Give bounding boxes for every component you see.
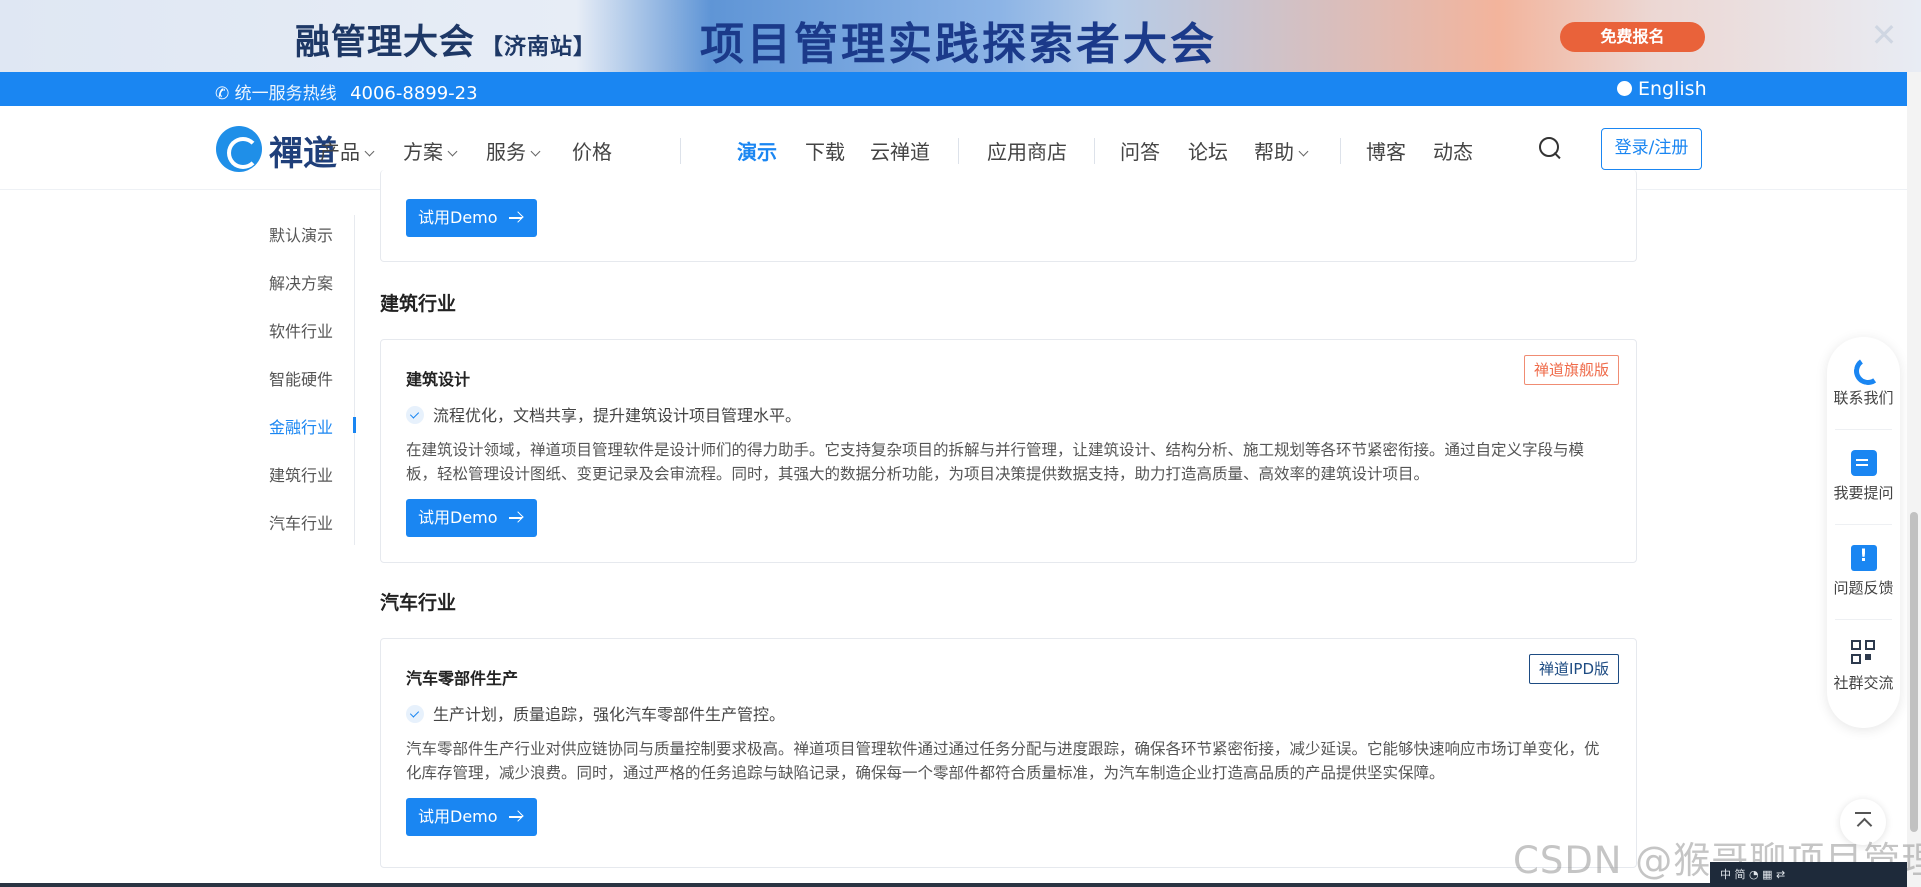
globe-icon	[1617, 81, 1632, 96]
nav-price[interactable]: 价格	[572, 136, 612, 165]
hotline-label: 统一服务热线	[234, 84, 337, 104]
active-indicator	[353, 417, 356, 433]
window-bottom-edge	[0, 883, 1710, 887]
scrollbar-thumb[interactable]	[1910, 512, 1918, 832]
card-description: 在建筑设计领域，禅道项目管理软件是设计师们的得力助手。它支持复杂项目的拆解与并行…	[406, 441, 1585, 483]
divider	[1835, 619, 1892, 620]
close-icon[interactable]: ✕	[1870, 18, 1898, 52]
contact-us-item[interactable]: 联系我们	[1827, 355, 1900, 408]
section-title-construction: 建筑行业	[380, 293, 457, 315]
phone-icon	[1851, 355, 1877, 381]
login-register-button[interactable]: 登录/注册	[1601, 128, 1702, 170]
card-title: 汽车零部件生产	[406, 669, 519, 688]
service-hotline: ✆ 统一服务热线 4006-8899-23	[215, 79, 478, 104]
highlight-line: 流程优化，文档共享，提升建筑设计项目管理水平。	[406, 402, 801, 426]
chevron-down-icon	[447, 146, 458, 157]
hotline-bar: ✆ 统一服务热线 4006-8899-23 English	[0, 72, 1907, 106]
nav-product[interactable]: 产品	[320, 136, 375, 165]
divider	[1835, 524, 1892, 525]
nav-divider	[1094, 138, 1095, 164]
nav-app-store[interactable]: 应用商店	[987, 136, 1067, 165]
edition-badge-flagship: 禅道旗舰版	[1523, 355, 1619, 385]
check-circle-icon	[406, 705, 424, 723]
chevron-down-icon	[530, 146, 541, 157]
nav-help[interactable]: 帮助	[1254, 136, 1309, 165]
promo-banner[interactable]: 融管理大会 【济南站】 项目管理实践探索者大会 免费报名 ✕	[0, 0, 1921, 72]
highlight-line: 生产计划，质量追踪，强化汽车零部件生产管控。	[406, 701, 785, 725]
qr-code-icon	[1850, 640, 1877, 666]
arrow-right-icon	[509, 810, 523, 824]
nav-service[interactable]: 服务	[486, 136, 541, 165]
industry-side-nav: 默认演示 解决方案 软件行业 智能硬件 金融行业 建筑行业 汽车行业	[245, 215, 356, 545]
search-icon[interactable]	[1538, 136, 1562, 160]
side-item-smart-hardware[interactable]: 智能硬件	[269, 366, 333, 390]
nav-qa[interactable]: 问答	[1120, 136, 1160, 165]
side-item-software[interactable]: 软件行业	[269, 318, 333, 342]
try-demo-button[interactable]: 试用Demo	[406, 499, 537, 537]
free-signup-button[interactable]: 免费报名	[1560, 22, 1705, 52]
banner-headline: 项目管理实践探索者大会	[700, 19, 1217, 70]
try-demo-button[interactable]: 试用Demo	[406, 798, 537, 836]
nav-download[interactable]: 下载	[805, 136, 845, 165]
nav-divider	[958, 138, 959, 164]
community-item[interactable]: 社群交流	[1827, 640, 1900, 693]
side-item-automotive[interactable]: 汽车行业	[269, 510, 333, 534]
side-item-solutions[interactable]: 解决方案	[269, 270, 333, 294]
side-item-default-demo[interactable]: 默认演示	[269, 222, 333, 246]
banner-left-text: 融管理大会 【济南站】	[295, 23, 597, 63]
try-demo-button[interactable]: 试用Demo	[406, 199, 537, 237]
nav-divider	[1340, 138, 1341, 164]
edition-badge-ipd: 禅道IPD版	[1528, 654, 1619, 684]
language-switch[interactable]: English	[1617, 78, 1707, 100]
side-item-finance[interactable]: 金融行业	[269, 414, 333, 438]
hotline-number: 4006-8899-23	[350, 83, 478, 104]
floating-contact-panel: 联系我们 我要提问 问题反馈 社群交流	[1827, 337, 1900, 728]
previous-industry-card: 试用Demo	[380, 170, 1637, 262]
feedback-item[interactable]: 问题反馈	[1827, 545, 1900, 598]
nav-solution[interactable]: 方案	[403, 136, 458, 165]
edit-question-icon	[1850, 450, 1877, 476]
chevron-down-icon	[1298, 146, 1309, 157]
page-scrollbar[interactable]	[1907, 72, 1921, 887]
check-circle-icon	[406, 406, 424, 424]
phone-icon: ✆	[215, 84, 230, 104]
nav-news[interactable]: 动态	[1433, 136, 1473, 165]
nav-blog[interactable]: 博客	[1366, 136, 1406, 165]
chevron-down-icon	[364, 146, 375, 157]
nav-divider	[680, 138, 681, 164]
divider	[1835, 429, 1892, 430]
nav-cloud-zentao[interactable]: 云禅道	[870, 136, 930, 165]
system-tray[interactable]: 中 简 ◔ ▦ ⇄	[1710, 862, 1907, 887]
nav-forum[interactable]: 论坛	[1188, 136, 1228, 165]
card-title: 建筑设计	[406, 370, 471, 389]
card-description: 汽车零部件生产行业对供应链协同与质量控制要求极高。禅道项目管理软件通过通过任务分…	[406, 740, 1600, 782]
feedback-icon	[1850, 545, 1877, 571]
logo-icon	[216, 126, 262, 172]
arrow-right-icon	[509, 511, 523, 525]
side-item-construction[interactable]: 建筑行业	[269, 462, 333, 486]
ask-question-item[interactable]: 我要提问	[1827, 450, 1900, 503]
construction-design-card: 建筑设计 禅道旗舰版 流程优化，文档共享，提升建筑设计项目管理水平。 在建筑设计…	[380, 339, 1637, 563]
section-title-automotive: 汽车行业	[380, 592, 457, 614]
arrow-right-icon	[509, 211, 523, 225]
auto-parts-card: 汽车零部件生产 禅道IPD版 生产计划，质量追踪，强化汽车零部件生产管控。 汽车…	[380, 638, 1637, 868]
nav-demo[interactable]: 演示	[737, 136, 777, 165]
